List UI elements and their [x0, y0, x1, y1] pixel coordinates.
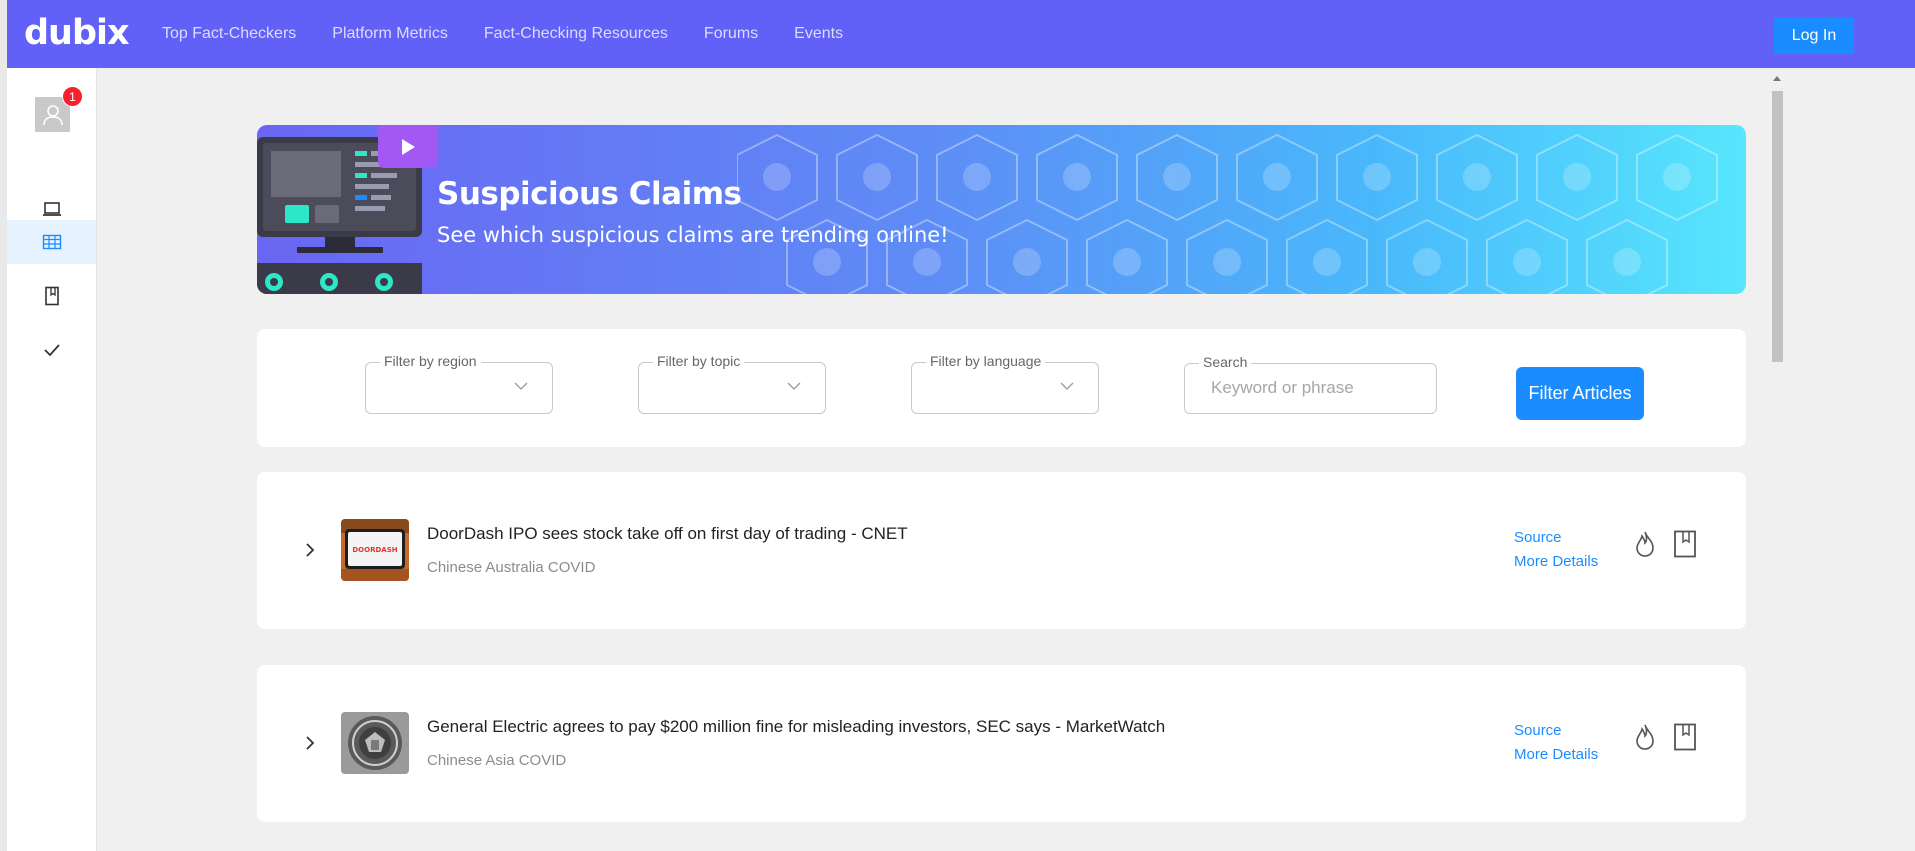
source-link[interactable]: Source	[1514, 722, 1562, 739]
sidebar: 1	[7, 68, 97, 851]
chevron-right-icon[interactable]	[305, 735, 315, 751]
doordash-phone-image: DOORDASH	[341, 519, 409, 581]
more-details-link[interactable]: More Details	[1514, 553, 1598, 570]
search-label: Search	[1199, 354, 1252, 370]
sec-seal-image	[341, 712, 409, 774]
language-select[interactable]: Filter by language	[911, 353, 1099, 414]
bookmark-icon[interactable]	[1673, 723, 1697, 751]
suspicious-claims-banner: Suspicious Claims See which suspicious c…	[257, 125, 1746, 294]
article-card: DOORDASH DoorDash IPO sees stock take of…	[257, 472, 1746, 629]
nav-links: Top Fact-Checkers Platform Metrics Fact-…	[162, 0, 879, 68]
nav-link-fact-checking-resources[interactable]: Fact-Checking Resources	[484, 25, 668, 43]
search-field: Search	[1184, 354, 1437, 414]
sidebar-item-check[interactable]	[7, 328, 96, 372]
region-select[interactable]: Filter by region	[365, 353, 553, 414]
notification-badge: 1	[62, 86, 83, 107]
bookmark-icon	[44, 286, 59, 306]
svg-text:DOORDASH: DOORDASH	[352, 546, 397, 554]
chevron-down-icon	[787, 382, 801, 390]
article-thumbnail[interactable]	[341, 712, 409, 774]
topic-select-label: Filter by topic	[653, 353, 745, 369]
nav-link-forums[interactable]: Forums	[704, 25, 758, 43]
play-icon	[402, 138, 415, 155]
article-tags: Chinese Asia COVID	[427, 752, 567, 769]
article-tags: Chinese Australia COVID	[427, 559, 596, 576]
nav-link-events[interactable]: Events	[794, 25, 843, 43]
top-nav: dubix Top Fact-Checkers Platform Metrics…	[7, 0, 1915, 68]
scrollbar-thumb[interactable]	[1772, 91, 1783, 362]
chevron-right-icon[interactable]	[305, 542, 315, 558]
sidebar-item-bookmark[interactable]	[7, 274, 96, 318]
more-details-link[interactable]: More Details	[1514, 746, 1598, 763]
chevron-down-icon	[1060, 382, 1074, 390]
nav-link-platform-metrics[interactable]: Platform Metrics	[332, 25, 448, 43]
vertical-scrollbar[interactable]	[1769, 74, 1786, 851]
sidebar-item-table[interactable]	[7, 220, 96, 264]
window-edge	[0, 0, 7, 851]
login-button[interactable]: Log In	[1774, 18, 1854, 54]
play-button[interactable]	[378, 125, 438, 168]
article-thumbnail[interactable]: DOORDASH	[341, 519, 409, 581]
source-link[interactable]: Source	[1514, 529, 1562, 546]
dubix-logo[interactable]: dubix	[24, 14, 130, 52]
article-title[interactable]: General Electric agrees to pay $200 mill…	[427, 717, 1165, 737]
language-select-label: Filter by language	[926, 353, 1046, 369]
search-input[interactable]	[1211, 378, 1421, 398]
nav-link-top-fact-checkers[interactable]: Top Fact-Checkers	[162, 25, 296, 43]
check-icon	[43, 344, 60, 357]
user-icon	[42, 104, 63, 125]
bookmark-icon[interactable]	[1673, 530, 1697, 558]
flame-icon[interactable]	[1633, 723, 1657, 751]
article-card: General Electric agrees to pay $200 mill…	[257, 665, 1746, 822]
region-select-label: Filter by region	[380, 353, 481, 369]
laptop-icon	[42, 202, 61, 216]
scroll-up-arrow-icon[interactable]	[1773, 76, 1781, 81]
banner-subtitle: See which suspicious claims are trending…	[437, 223, 949, 247]
topic-select[interactable]: Filter by topic	[638, 353, 826, 414]
chevron-down-icon	[514, 382, 528, 390]
banner-title: Suspicious Claims	[437, 176, 742, 212]
table-icon	[42, 234, 61, 250]
faces-pattern-illustration	[737, 133, 1718, 294]
flame-icon[interactable]	[1633, 530, 1657, 558]
filter-panel: Filter by region Filter by topic Filter …	[257, 329, 1746, 447]
filter-articles-button[interactable]: Filter Articles	[1516, 367, 1644, 420]
article-title[interactable]: DoorDash IPO sees stock take off on firs…	[427, 524, 908, 544]
